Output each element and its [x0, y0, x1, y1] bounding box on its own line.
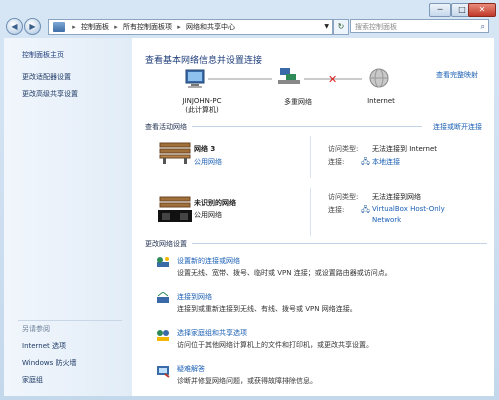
ethernet-icon: 🖧	[361, 157, 370, 166]
task-homegroup-link[interactable]: 选择家庭组和共享选项	[177, 328, 247, 338]
computer-icon	[185, 69, 205, 88]
network-2-connection-link-line2[interactable]: Network	[372, 216, 401, 224]
network-2-type: 公用网络	[194, 211, 222, 219]
pc-label: JINJOHN-PC (此计算机)	[162, 97, 242, 115]
task-setup-connection-link[interactable]: 设置新的连接或网络	[177, 256, 240, 266]
task-troubleshoot-link[interactable]: 疑难解答	[177, 364, 205, 374]
breadcrumb-network-center[interactable]: 网络和共享中心	[186, 23, 235, 31]
homegroup-sharing-icon	[157, 330, 169, 341]
search-input[interactable]: 搜索控制面板 ⌕	[350, 19, 489, 33]
sidebar-item-home[interactable]: 控制面板主页	[22, 50, 64, 60]
network-1-type-link[interactable]: 公用网络	[194, 157, 222, 167]
task-troubleshoot-desc: 诊断并修复网络问题，或获得故障排除信息。	[177, 377, 317, 385]
multiple-networks-icon	[278, 68, 300, 84]
network-1-access-value: 无法连接到 Internet	[372, 145, 438, 153]
full-map-link[interactable]: 查看完整映射	[436, 70, 478, 80]
internet-globe-icon	[369, 68, 389, 88]
sidebar-item-adapter-settings[interactable]: 更改适配器设置	[22, 72, 71, 82]
main-content: 查看基本网络信息并设置连接 查看完整映射 ✕ JINJOHN-PC (此计算机)…	[132, 38, 494, 396]
task-homegroup-desc: 访问位于其他网络计算机上的文件和打印机，或更改共享设置。	[177, 341, 373, 349]
sidebar-item-advanced-sharing[interactable]: 更改高级共享设置	[22, 89, 78, 99]
column-divider	[310, 136, 311, 178]
network-map: ✕	[185, 68, 389, 88]
network-2-access-value: 无法连接到网络	[372, 193, 421, 201]
navigation-bar: ◀ ▶ ▸ 控制面板 ▸ 所有控制面板项 ▸ 网络和共享中心 ▼ ↻ 搜索控制面…	[0, 0, 499, 38]
sidebar: 控制面板主页 更改适配器设置 更改高级共享设置 另请参阅 Internet 选项…	[4, 38, 132, 396]
sidebar-divider	[18, 320, 122, 321]
address-bar[interactable]: ▸ 控制面板 ▸ 所有控制面板项 ▸ 网络和共享中心 ▼	[48, 19, 333, 35]
refresh-button[interactable]: ↻	[333, 19, 349, 35]
task-setup-connection-desc: 设置无线、宽带、拨号、临时或 VPN 连接；或设置路由器或访问点。	[177, 269, 392, 277]
network-1-name: 网络 3	[194, 145, 216, 153]
unidentified-network-bench-icon	[158, 196, 192, 222]
connect-disconnect-link[interactable]: 连接或断开连接	[433, 122, 482, 132]
connect-network-icon	[157, 292, 169, 303]
network-2-connection-label: 连接:	[328, 206, 345, 214]
task-connect-network-link[interactable]: 连接到网络	[177, 292, 212, 302]
control-panel-icon	[53, 22, 65, 32]
sidebar-link-internet-options[interactable]: Internet 选项	[22, 341, 66, 351]
page-title: 查看基本网络信息并设置连接	[145, 56, 263, 66]
back-button[interactable]: ◀	[6, 18, 23, 35]
change-settings-title: 更改网络设置	[145, 240, 187, 248]
disconnected-x-icon: ✕	[328, 73, 337, 86]
network-2-connection-link[interactable]: VirtualBox Host-Only	[372, 205, 445, 213]
troubleshoot-icon	[157, 366, 170, 378]
window: ─ □ ✕ ◀ ▶ ▸ 控制面板 ▸ 所有控制面板项 ▸ 网络和共享中心 ▼ ↻…	[0, 0, 499, 400]
public-network-bench-icon	[159, 142, 191, 164]
ethernet-icon-2: 🖧	[361, 205, 370, 214]
breadcrumb-all-items[interactable]: 所有控制面板项	[123, 23, 172, 31]
chevron-down-icon[interactable]: ▼	[324, 20, 329, 34]
network-1-connection-link[interactable]: 本地连接	[372, 157, 400, 167]
task-connect-network-desc: 连接到或重新连接到无线、有线、拨号或 VPN 网络连接。	[177, 305, 357, 313]
network-1-connection-label: 连接:	[328, 158, 345, 166]
see-also-title: 另请参阅	[22, 325, 50, 333]
internet-label: Internet	[367, 97, 395, 105]
breadcrumb-control-panel[interactable]: 控制面板	[81, 23, 109, 31]
pc-subtitle: (此计算机)	[185, 106, 219, 114]
search-placeholder: 搜索控制面板	[355, 23, 397, 31]
multi-network-label: 多重网络	[284, 98, 312, 106]
column-divider-2	[310, 188, 311, 236]
section-divider-2	[192, 243, 487, 244]
search-icon[interactable]: ⌕	[481, 20, 485, 34]
forward-button[interactable]: ▶	[24, 18, 41, 35]
network-2-access-label: 访问类型:	[328, 193, 359, 201]
active-networks-title: 查看活动网络	[145, 123, 187, 131]
sidebar-link-firewall[interactable]: Windows 防火墙	[22, 358, 76, 368]
new-connection-icon	[157, 257, 169, 267]
network-2-name: 未识别的网络	[194, 199, 236, 207]
network-1-access-label: 访问类型:	[328, 145, 359, 153]
section-divider	[192, 126, 422, 127]
sidebar-link-homegroup[interactable]: 家庭组	[22, 375, 43, 385]
pc-name: JINJOHN-PC	[182, 97, 222, 105]
